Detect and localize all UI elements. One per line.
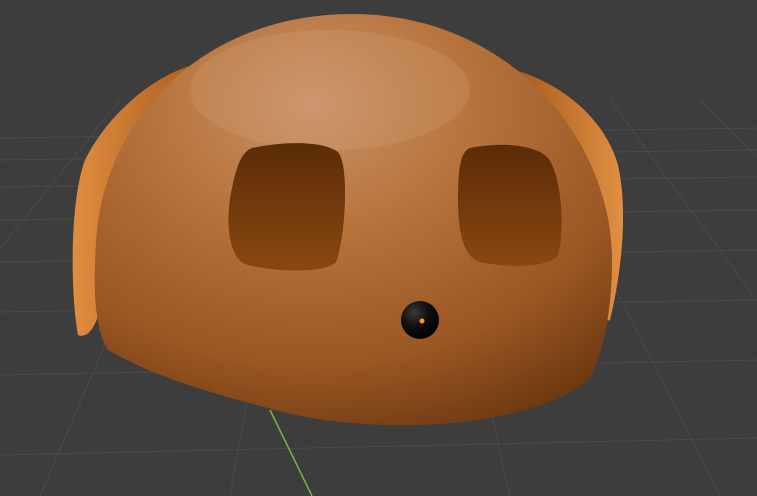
3d-viewport[interactable] [0, 0, 757, 496]
dome-highlight [190, 30, 470, 150]
left-eye-socket[interactable] [228, 143, 346, 271]
object-origin-dot [419, 318, 425, 324]
right-eye-socket[interactable] [458, 144, 562, 266]
y-axis-line [269, 409, 313, 496]
viewport-scene[interactable] [0, 0, 757, 496]
